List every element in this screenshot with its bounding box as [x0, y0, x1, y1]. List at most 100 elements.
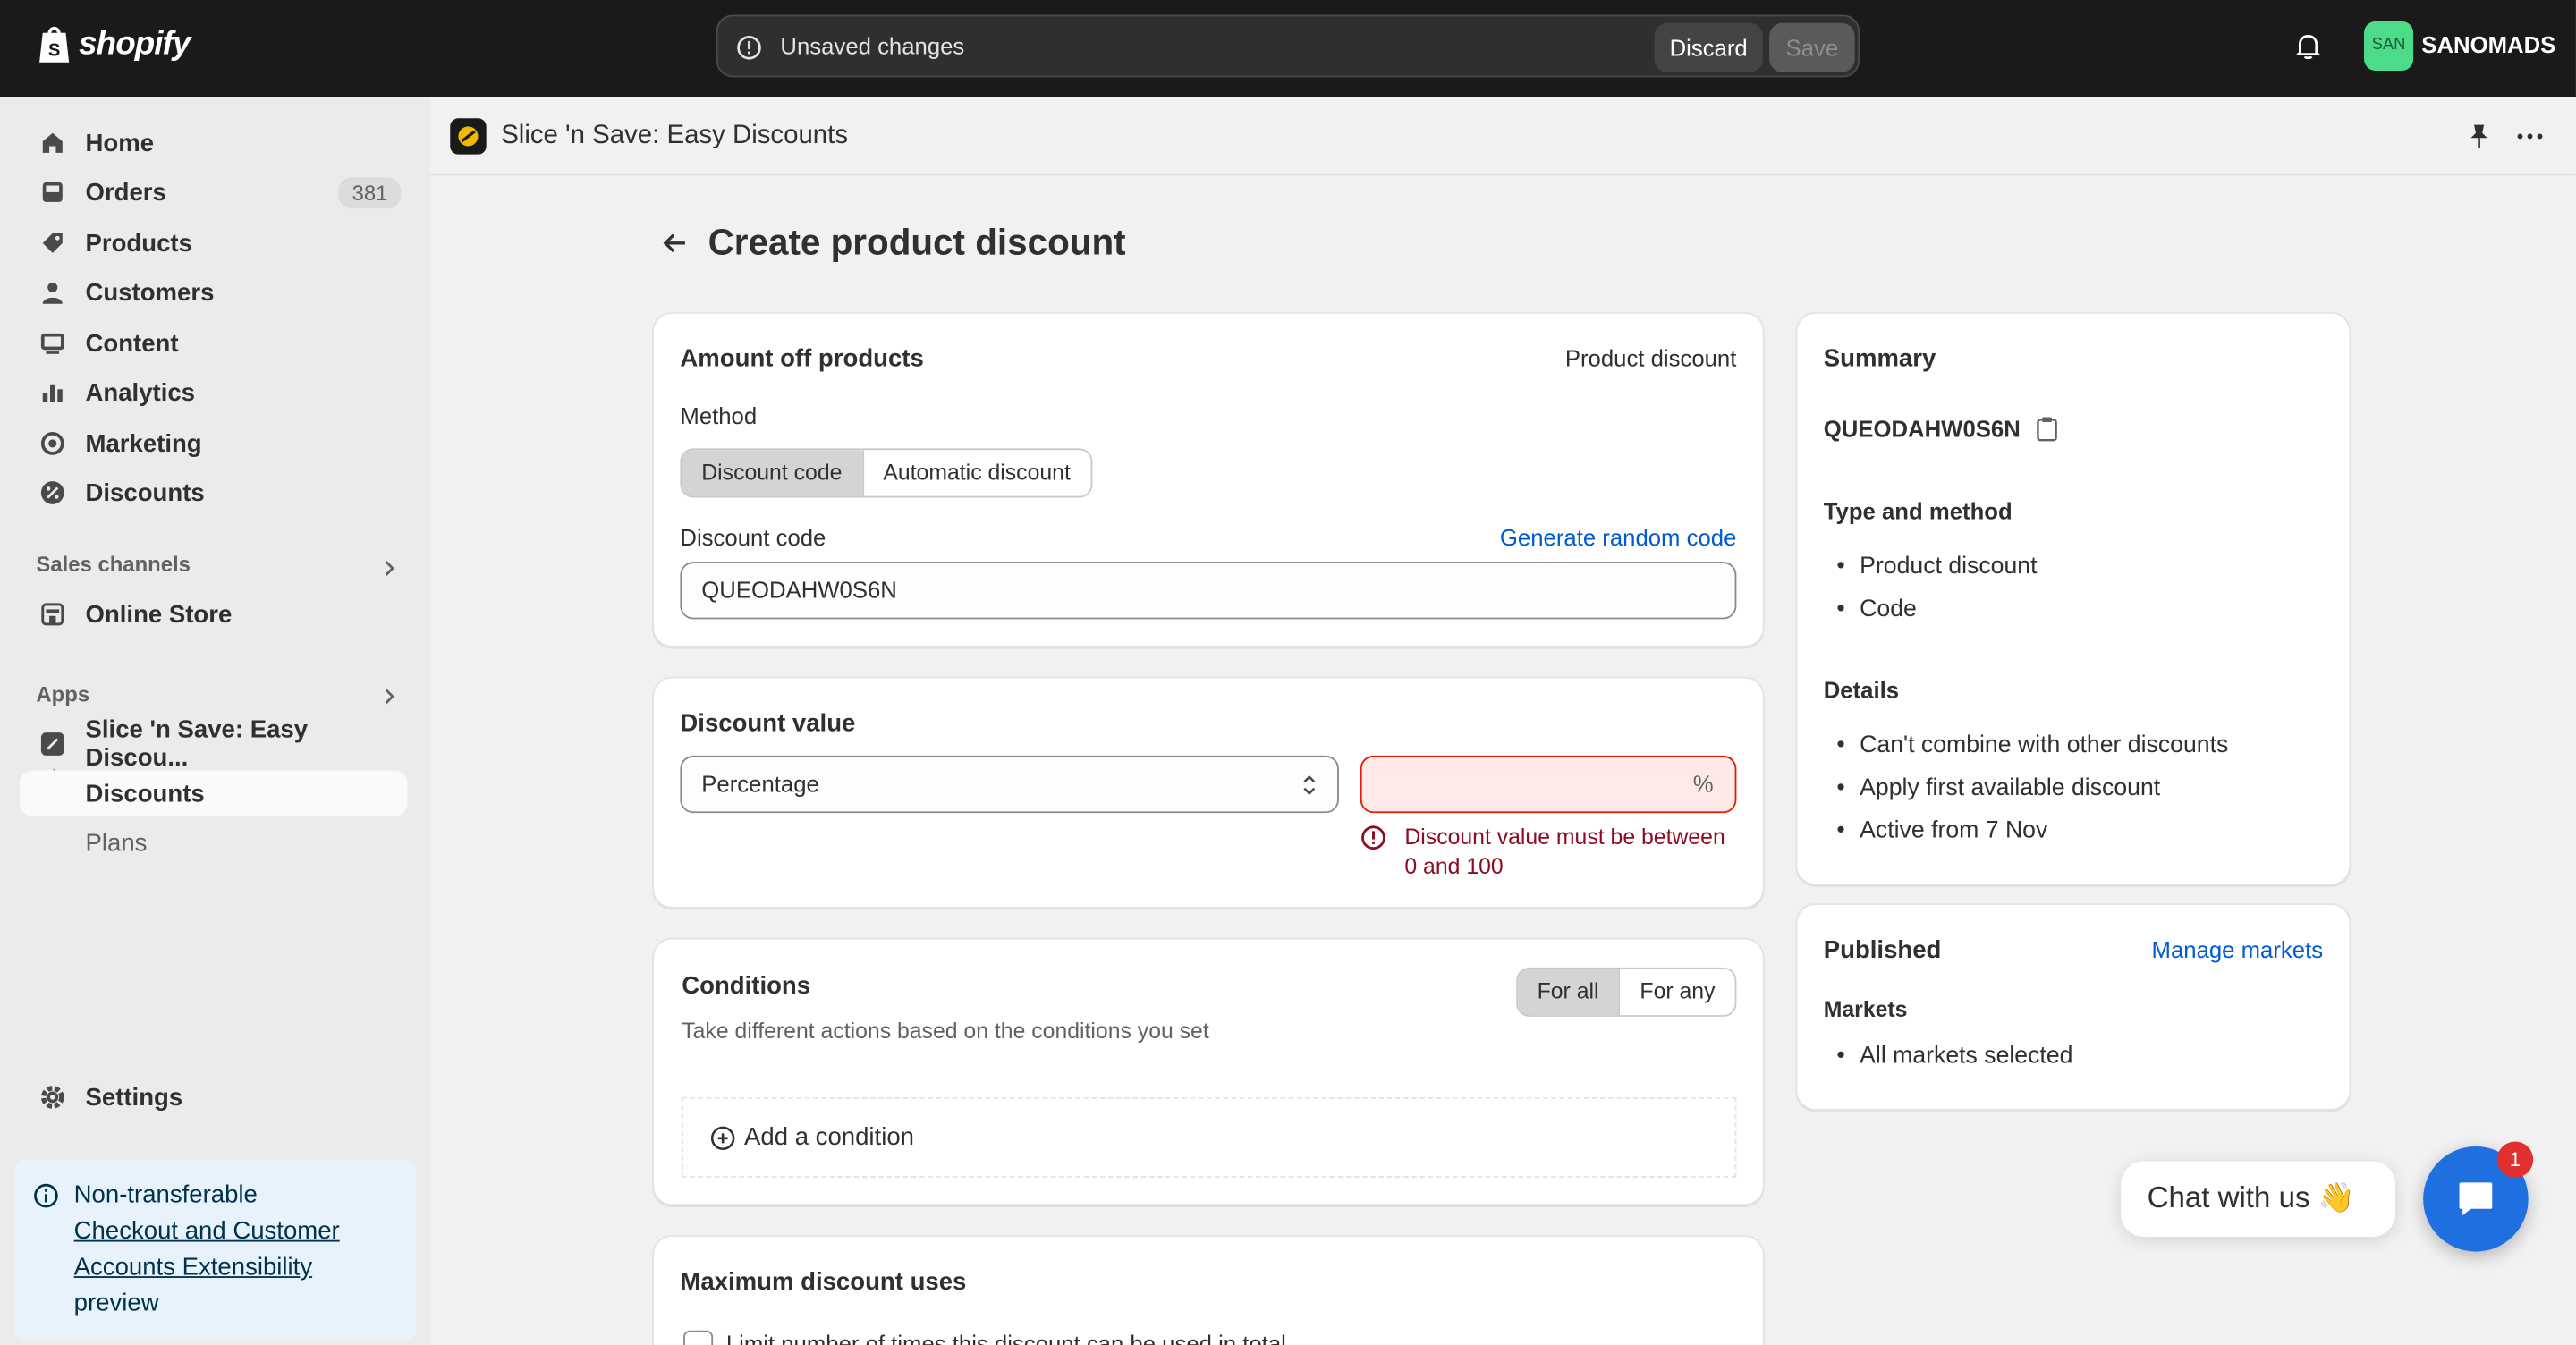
store-icon: [41, 603, 64, 626]
notice-text-end: preview: [73, 1289, 159, 1318]
add-condition-button[interactable]: Add a condition: [682, 1096, 1737, 1178]
apps-heading[interactable]: Apps: [36, 681, 89, 706]
plus-circle-icon: [710, 1126, 735, 1151]
for-any-option[interactable]: For any: [1618, 969, 1735, 1016]
bell-icon[interactable]: [2293, 31, 2323, 61]
sidebar-item-content[interactable]: Content: [20, 320, 407, 366]
sidebar-item-label: Online Store: [85, 600, 233, 629]
published-card: Published Manage markets Markets All mar…: [1795, 903, 2351, 1111]
add-condition-label: Add a condition: [744, 1123, 914, 1152]
card-title: Published: [1823, 935, 1942, 965]
shopify-logo[interactable]: S shopify: [36, 23, 191, 66]
sidebar-item-label: Settings: [85, 1083, 183, 1112]
sidebar-item-app-discounts[interactable]: Discounts: [20, 770, 408, 816]
chevron-right-icon[interactable]: [381, 558, 397, 578]
summary-list-item: Apply first available discount: [1836, 775, 2160, 801]
details-heading: Details: [1823, 676, 1900, 704]
discount-value-error: Discount value must be between 0 and 100: [1404, 825, 1725, 879]
sales-channels-heading[interactable]: Sales channels: [36, 552, 191, 577]
discount-value-input[interactable]: %: [1360, 755, 1737, 814]
unsaved-message: Unsaved changes: [780, 32, 965, 60]
sidebar-item-online-store[interactable]: Online Store: [20, 591, 407, 637]
sidebar-item-marketing[interactable]: Marketing: [20, 420, 407, 466]
summary-list-item: Code: [1837, 596, 1917, 622]
card-title: Summary: [1823, 344, 1936, 373]
sidebar-item-app[interactable]: Slice 'n Save: Easy Discou...: [20, 716, 407, 772]
discount-code-option[interactable]: Discount code: [682, 450, 862, 496]
limit-total-label[interactable]: Limit number of times this discount can …: [726, 1331, 1286, 1345]
svg-text:S: S: [48, 40, 60, 60]
discount-value-card: Discount value Percentage % Discount val…: [652, 676, 1765, 909]
card-title: Conditions: [682, 972, 811, 1001]
person-icon: [42, 282, 63, 304]
summary-code: QUEODAHW0S6N: [1823, 415, 2021, 443]
sidebar-item-label: Customers: [85, 278, 215, 307]
notice-text: Non-transferable: [73, 1180, 258, 1209]
shopify-bag-icon: S: [39, 26, 70, 63]
notice-link[interactable]: Checkout and Customer Accounts Extensibi…: [74, 1217, 340, 1282]
sidebar-item-label: Home: [85, 129, 155, 157]
sidebar-item-plans[interactable]: Plans: [20, 820, 407, 866]
generate-code-link[interactable]: Generate random code: [1500, 524, 1736, 550]
sidebar-item-orders[interactable]: Orders 381: [20, 169, 407, 215]
manage-markets-link[interactable]: Manage markets: [2152, 936, 2324, 962]
for-all-option[interactable]: For all: [1517, 969, 1619, 1016]
discount-code-input[interactable]: QUEODAHW0S6N: [680, 562, 1737, 620]
value-type-select[interactable]: Percentage: [680, 755, 1339, 814]
conditions-toggle: For all For any: [1515, 967, 1737, 1017]
sidebar-item-discounts[interactable]: Discounts: [20, 469, 407, 515]
sidebar-item-label: Marketing: [85, 429, 202, 458]
chevron-right-icon[interactable]: [381, 687, 397, 706]
conditions-subtitle: Take different actions based on the cond…: [682, 1018, 1209, 1044]
clipboard-icon[interactable]: [2036, 416, 2059, 442]
chat-with-us-pill[interactable]: Chat with us 👋: [2121, 1161, 2395, 1238]
discount-icon: [40, 481, 64, 504]
image-icon: [40, 333, 64, 354]
markets-heading: Markets: [1823, 996, 1908, 1022]
automatic-discount-option[interactable]: Automatic discount: [861, 450, 1090, 496]
conditions-card: Conditions Take different actions based …: [652, 937, 1765, 1206]
gear-icon: [40, 1086, 64, 1109]
limit-total-checkbox[interactable]: [683, 1330, 714, 1345]
home-icon: [42, 132, 63, 153]
info-icon: [34, 1183, 58, 1208]
discount-code-label: Discount code: [680, 523, 826, 551]
markets-list-item: All markets selected: [1836, 1043, 2072, 1069]
select-value: Percentage: [701, 770, 819, 797]
inbox-icon: [42, 182, 63, 202]
app-header: Slice 'n Save: Easy Discounts: [430, 97, 2576, 176]
sidebar-item-label: Slice 'n Save: Easy Discou...: [85, 715, 309, 773]
chat-unread-badge: 1: [2496, 1141, 2534, 1178]
sidebar-item-analytics[interactable]: Analytics: [20, 369, 407, 415]
page-title: Create product discount: [708, 221, 1126, 263]
sidebar-item-label: Orders: [85, 178, 166, 207]
pin-icon[interactable]: [2468, 123, 2491, 149]
sidebar-item-home[interactable]: Home: [20, 120, 407, 165]
card-title: Maximum discount uses: [680, 1267, 967, 1297]
app-icon: [40, 732, 64, 756]
store-name[interactable]: SANOMADS: [2421, 31, 2555, 57]
sidebar-item-customers[interactable]: Customers: [20, 269, 407, 315]
summary-card: Summary QUEODAHW0S6N Type and method Pro…: [1795, 311, 2351, 885]
sidebar-item-label: Content: [85, 329, 179, 358]
sidebar-item-products[interactable]: Products: [20, 220, 407, 266]
save-button[interactable]: Save: [1769, 22, 1855, 72]
more-actions-icon[interactable]: [2517, 123, 2543, 149]
sidebar-item-label: Discounts: [85, 478, 205, 507]
method-label: Method: [680, 402, 758, 429]
method-toggle: Discount code Automatic discount: [680, 448, 1092, 498]
type-method-heading: Type and method: [1823, 497, 2012, 524]
back-arrow-icon[interactable]: [660, 228, 690, 258]
contextual-save-bar: Unsaved changes Discard Save: [716, 14, 1860, 78]
bar-chart-icon: [42, 384, 63, 402]
discard-button[interactable]: Discard: [1654, 22, 1763, 72]
sidebar-item-label: Plans: [85, 828, 148, 857]
chat-bubble-icon: [2459, 1182, 2493, 1216]
orders-count-badge: 381: [338, 177, 402, 209]
app-logo-icon: [450, 118, 487, 155]
avatar[interactable]: SAN: [2364, 21, 2414, 71]
target-icon: [40, 432, 64, 455]
sidebar-item-label: Discounts: [85, 779, 205, 808]
sidebar-item-settings[interactable]: Settings: [20, 1074, 407, 1120]
app-title: Slice 'n Save: Easy Discounts: [501, 121, 849, 150]
